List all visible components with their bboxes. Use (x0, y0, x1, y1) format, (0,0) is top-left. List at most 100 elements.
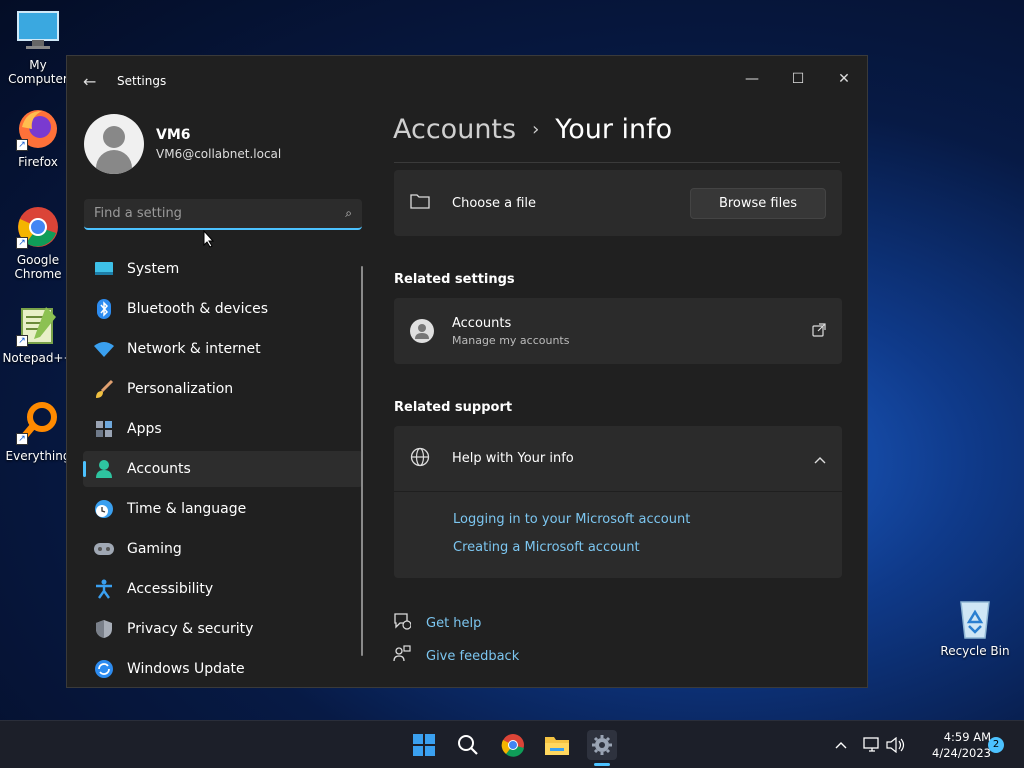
start-button[interactable] (410, 731, 438, 759)
brush-icon (93, 378, 115, 400)
gamepad-icon (93, 538, 115, 560)
accounts-icon (93, 458, 115, 480)
desktop-icon-label: Everything (5, 449, 71, 463)
sidebar-item-label: Bluetooth & devices (127, 301, 269, 317)
desktop-icon-recycle-bin[interactable]: Recycle Bin (937, 596, 1013, 658)
divider (394, 162, 840, 163)
desktop-icon-firefox[interactable]: ↗ Firefox (0, 107, 76, 169)
clock[interactable]: 4:59 AM 4/24/2023 (915, 729, 991, 761)
desktop-icon-label: Google Chrome (14, 253, 62, 281)
breadcrumb: Accounts › Your info (393, 114, 672, 145)
choose-file-card: Choose a file Browse files (394, 170, 842, 236)
search-icon: ⌕ (345, 206, 352, 220)
sidebar-item-system[interactable]: System (83, 251, 363, 287)
desktop-icon-everything[interactable]: ↗ Everything (0, 401, 76, 463)
taskbar-search-icon[interactable] (454, 731, 482, 759)
give-feedback-row[interactable]: Give feedback (393, 645, 519, 667)
help-card-header[interactable]: Help with Your info (394, 426, 842, 492)
wifi-icon (93, 338, 115, 360)
sidebar-item-label: Privacy & security (127, 621, 254, 637)
globe-icon (410, 447, 434, 471)
account-avatar-icon (410, 319, 434, 343)
browse-files-button[interactable]: Browse files (689, 187, 826, 219)
monitor-icon (16, 10, 60, 54)
sidebar-item-label: System (127, 261, 180, 277)
search-box[interactable]: ⌕ (84, 199, 362, 230)
minimize-button[interactable]: — (729, 64, 775, 94)
sidebar-item-label: Time & language (127, 501, 247, 517)
get-help-row[interactable]: Get help (393, 612, 481, 634)
close-button[interactable]: ✕ (821, 64, 867, 94)
back-arrow-icon[interactable]: ← (83, 72, 96, 91)
sidebar-item-label: Network & internet (127, 341, 261, 357)
sidebar-item-accounts[interactable]: Accounts (83, 451, 363, 487)
volume-icon[interactable] (882, 731, 910, 759)
search-input[interactable] (94, 206, 346, 221)
title-bar: ← Settings — ☐ ✕ (67, 56, 867, 106)
shield-icon (93, 618, 115, 640)
sidebar-item-bluetooth[interactable]: Bluetooth & devices (83, 291, 363, 327)
taskbar-file-explorer-icon[interactable] (543, 731, 571, 759)
desktop-icon-my-computer[interactable]: My Computer (0, 10, 76, 86)
taskbar-chrome-icon[interactable] (499, 731, 527, 759)
desktop-icon-label: Notepad++ (2, 351, 74, 365)
sidebar-item-network[interactable]: Network & internet (83, 331, 363, 367)
help-link-creating-account[interactable]: Creating a Microsoft account (453, 540, 842, 555)
profile-email: VM6@collabnet.local (156, 147, 282, 161)
chevron-up-icon[interactable] (814, 449, 826, 468)
recycle-bin-icon (953, 596, 997, 640)
windows-logo-icon (413, 734, 435, 756)
sidebar-item-label: Personalization (127, 381, 234, 397)
related-support-heading: Related support (394, 400, 513, 415)
sidebar-item-accessibility[interactable]: Accessibility (83, 571, 363, 607)
magnifier-icon: ↗ (16, 401, 60, 445)
maximize-button[interactable]: ☐ (775, 64, 821, 94)
desktop-icon-label: Firefox (18, 155, 58, 169)
shortcut-arrow-icon: ↗ (16, 335, 28, 347)
breadcrumb-separator: › (532, 119, 540, 140)
accounts-link-card[interactable]: Accounts Manage my accounts (394, 298, 842, 364)
chevron-up-icon[interactable] (827, 731, 855, 759)
shortcut-arrow-icon: ↗ (16, 433, 28, 445)
desktop-icon-label: My Computer (8, 58, 68, 86)
mouse-cursor-icon (203, 229, 215, 252)
update-icon (93, 658, 115, 680)
sidebar-item-apps[interactable]: Apps (83, 411, 363, 447)
taskbar: 4:59 AM 4/24/2023 2 (0, 720, 1024, 768)
sidebar-item-windows-update[interactable]: Windows Update (83, 651, 363, 687)
sidebar-item-label: Windows Update (127, 661, 245, 677)
sidebar-item-gaming[interactable]: Gaming (83, 531, 363, 567)
external-link-icon (812, 322, 826, 341)
notification-badge[interactable]: 2 (988, 737, 1004, 753)
feedback-icon (393, 645, 411, 667)
sidebar-item-label: Gaming (127, 541, 182, 557)
sidebar-item-label: Accessibility (127, 581, 214, 597)
system-icon (93, 258, 115, 280)
firefox-icon: ↗ (16, 107, 60, 151)
accounts-link-subtitle: Manage my accounts (452, 333, 570, 347)
get-help-link[interactable]: Get help (426, 616, 481, 631)
apps-icon (93, 418, 115, 440)
gear-icon (592, 735, 612, 755)
help-title: Help with Your info (452, 451, 574, 466)
give-feedback-link[interactable]: Give feedback (426, 649, 519, 664)
clock-date: 4/24/2023 (932, 746, 991, 760)
desktop-icon-chrome[interactable]: ↗ Google Chrome (0, 205, 76, 281)
help-link-logging-in[interactable]: Logging in to your Microsoft account (453, 512, 842, 527)
sidebar-item-time-language[interactable]: Time & language (83, 491, 363, 527)
notepadpp-icon: ↗ (16, 303, 60, 347)
shortcut-arrow-icon: ↗ (16, 139, 28, 151)
accessibility-icon (93, 578, 115, 600)
window-title: Settings (117, 74, 167, 88)
get-help-icon (393, 612, 412, 634)
taskbar-settings-icon[interactable] (587, 730, 617, 760)
related-settings-heading: Related settings (394, 272, 515, 287)
sidebar-item-personalization[interactable]: Personalization (83, 371, 363, 407)
breadcrumb-parent[interactable]: Accounts (393, 114, 516, 145)
desktop-icon-notepadpp[interactable]: ↗ Notepad++ (0, 303, 76, 365)
sidebar-scrollbar[interactable] (361, 266, 363, 656)
settings-window: ← Settings — ☐ ✕ VM6 VM6@collabnet.local… (66, 55, 868, 688)
sidebar-item-privacy-security[interactable]: Privacy & security (83, 611, 363, 647)
active-app-indicator (594, 763, 610, 766)
choose-file-label: Choose a file (452, 195, 537, 211)
